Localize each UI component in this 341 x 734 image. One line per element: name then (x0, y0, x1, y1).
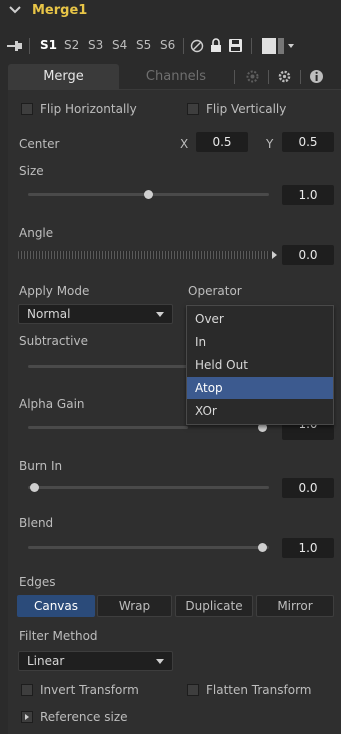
flatten-transform-checkbox[interactable] (187, 684, 199, 696)
node-title: Merge1 (32, 3, 88, 18)
node-header: Merge1 (0, 0, 341, 22)
angle-input[interactable]: 0.0 (282, 245, 334, 265)
alpha-gain-slider-track[interactable] (28, 426, 188, 429)
slot-s5[interactable]: S5 (136, 38, 151, 52)
chevron-right-icon (25, 714, 29, 720)
gear-icon[interactable] (277, 69, 292, 84)
reset-icon[interactable] (190, 39, 204, 53)
burn-in-input[interactable]: 0.0 (282, 478, 334, 498)
version-swatch-secondary (278, 38, 284, 54)
chevron-down-icon (156, 659, 164, 664)
apply-mode-select[interactable]: Normal (18, 304, 173, 324)
apply-mode-value: Normal (27, 307, 71, 321)
burn-in-label: Burn In (19, 459, 63, 473)
reference-size-label: Reference size (40, 710, 128, 724)
center-label: Center (19, 137, 60, 151)
subtractive-slider-track[interactable] (28, 365, 188, 368)
edges-duplicate-button[interactable]: Duplicate (175, 595, 253, 617)
center-y-label: Y (266, 137, 274, 151)
operator-option-over[interactable]: Over (187, 308, 333, 330)
slot-s6[interactable]: S6 (160, 38, 175, 52)
lock-icon[interactable] (210, 38, 222, 53)
subtractive-label: Subtractive (19, 334, 88, 348)
operator-label: Operator (188, 284, 242, 298)
slot-s2[interactable]: S2 (64, 38, 79, 52)
chevron-down-icon[interactable] (8, 3, 22, 17)
save-icon[interactable] (229, 39, 242, 52)
divider (234, 70, 235, 84)
divider (300, 70, 301, 84)
invert-transform-label: Invert Transform (40, 683, 139, 697)
filter-method-value: Linear (27, 654, 65, 668)
tab-channels[interactable]: Channels (128, 64, 224, 90)
blend-slider-track[interactable] (28, 546, 269, 549)
operator-option-xor[interactable]: XOr (187, 400, 333, 422)
center-x-label: X (180, 137, 189, 151)
divider (268, 70, 269, 84)
center-y-input[interactable]: 0.5 (282, 132, 334, 152)
operator-menu: Over In Held Out Atop XOr (186, 305, 334, 425)
apply-mode-label: Apply Mode (19, 284, 90, 298)
burn-in-slider-track[interactable] (28, 486, 269, 489)
size-input[interactable]: 1.0 (282, 185, 334, 205)
blend-slider-handle[interactable] (258, 543, 267, 552)
size-label: Size (19, 164, 44, 178)
blend-input[interactable]: 1.0 (282, 538, 334, 558)
filter-method-label: Filter Method (19, 629, 98, 643)
size-slider-handle[interactable] (144, 190, 153, 199)
info-icon[interactable] (309, 69, 324, 84)
invert-transform-checkbox[interactable] (21, 684, 33, 696)
flatten-transform-label: Flatten Transform (206, 683, 312, 697)
filter-method-select[interactable]: Linear (18, 651, 173, 671)
alpha-gain-label: Alpha Gain (19, 397, 85, 411)
edges-mirror-button[interactable]: Mirror (256, 595, 334, 617)
divider (183, 38, 184, 54)
flip-horizontal-checkbox[interactable] (21, 103, 33, 115)
operator-option-atop[interactable]: Atop (187, 377, 333, 399)
dropdown-arrow-icon[interactable] (288, 44, 294, 48)
chevron-down-icon (156, 312, 164, 317)
settings-gear-icon-dim[interactable] (245, 69, 260, 84)
operator-option-held-out[interactable]: Held Out (187, 354, 333, 376)
burn-in-slider-handle[interactable] (30, 483, 39, 492)
edges-canvas-button[interactable]: Canvas (17, 595, 95, 617)
angle-label: Angle (19, 226, 54, 240)
blend-label: Blend (19, 516, 54, 530)
version-swatch-icon[interactable] (262, 38, 276, 54)
center-x-input[interactable]: 0.5 (196, 132, 248, 152)
pin-icon[interactable] (7, 40, 23, 52)
slot-s4[interactable]: S4 (112, 38, 127, 52)
edges-wrap-button[interactable]: Wrap (97, 595, 172, 617)
divider (29, 38, 30, 54)
slot-s3[interactable]: S3 (88, 38, 103, 52)
angle-thumbwheel[interactable] (18, 251, 270, 259)
operator-option-in[interactable]: In (187, 331, 333, 353)
edges-label: Edges (19, 575, 56, 589)
reference-size-expander[interactable] (21, 711, 33, 723)
tab-merge[interactable]: Merge (8, 64, 119, 90)
flip-vertical-label: Flip Vertically (206, 102, 287, 116)
flip-horizontal-label: Flip Horizontally (40, 102, 137, 116)
angle-right-arrow-icon[interactable] (272, 251, 277, 259)
slot-s1[interactable]: S1 (40, 38, 57, 52)
flip-vertical-checkbox[interactable] (187, 103, 199, 115)
divider (251, 38, 252, 54)
